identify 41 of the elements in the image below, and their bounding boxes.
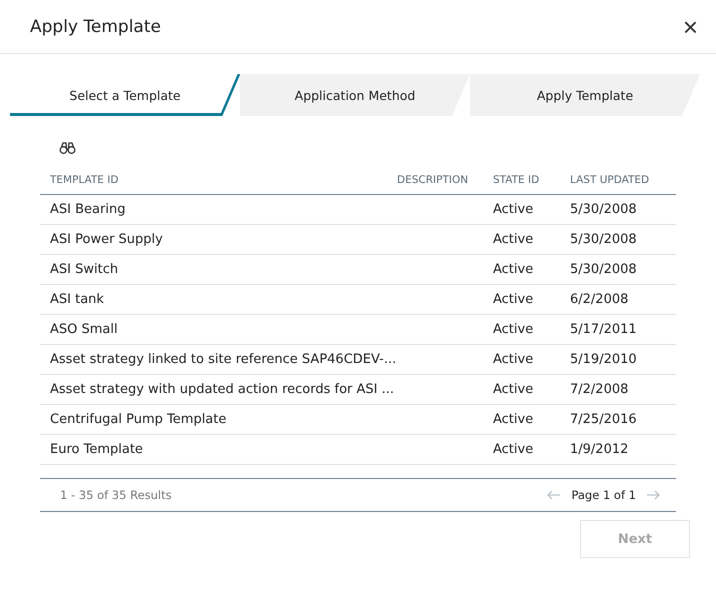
table-cell: Euro Template	[50, 442, 143, 457]
table-cell: ASI tank	[50, 292, 104, 307]
table-cell: 5/19/2010	[570, 352, 637, 367]
table-cell: Active	[493, 442, 534, 457]
table-cell: Centrifugal Pump Template	[50, 412, 226, 427]
column-header[interactable]: STATE ID	[493, 166, 570, 194]
table-cell: Asset strategy with updated action records for ASI ...	[50, 382, 394, 397]
column-header[interactable]: DESCRIPTION	[397, 166, 493, 194]
step-tab[interactable]: Apply Template	[470, 74, 700, 116]
table-cell: ASI Power Supply	[50, 232, 163, 247]
step-tab[interactable]: Application Method	[240, 74, 470, 116]
table-cell: Active	[493, 262, 534, 277]
page-indicator: Page 1 of 1	[571, 488, 636, 502]
arrow-left-icon[interactable]	[547, 490, 562, 500]
dialog-title: Apply Template	[30, 16, 161, 36]
binoculars-icon[interactable]	[59, 142, 76, 154]
table-cell: 5/17/2011	[570, 322, 637, 337]
results-count: 1 - 35 of 35 Results	[60, 488, 172, 502]
arrow-right-icon[interactable]	[646, 490, 660, 500]
table-cell: Active	[493, 322, 534, 337]
table-cell: Active	[493, 382, 534, 397]
table-cell: ASO Small	[50, 322, 118, 337]
table-cell: Asset strategy linked to site reference SAP46CDEV-...	[50, 352, 396, 367]
column-header[interactable]: LAST UPDATED	[570, 166, 676, 194]
close-button[interactable]: ×	[682, 14, 698, 40]
table-cell: Active	[493, 412, 534, 427]
table-cell: 1/9/2012	[570, 442, 628, 457]
table-cell: Active	[493, 352, 534, 367]
column-header[interactable]: TEMPLATE ID	[40, 166, 397, 194]
step-divider	[220, 74, 240, 116]
table-cell: 7/2/2008	[570, 382, 628, 397]
table-cell: Active	[493, 232, 534, 247]
table-cell: 5/30/2008	[570, 202, 637, 217]
table-cell: Active	[493, 202, 534, 217]
table-cell: 5/30/2008	[570, 262, 637, 277]
table-cell: 7/25/2016	[570, 412, 637, 427]
table-cell: ASI Bearing	[50, 202, 126, 217]
table-cell: 6/2/2008	[570, 292, 628, 307]
table-cell: 5/30/2008	[570, 232, 637, 247]
table-cell: ASI Switch	[50, 262, 118, 277]
table-cell: Active	[493, 292, 534, 307]
